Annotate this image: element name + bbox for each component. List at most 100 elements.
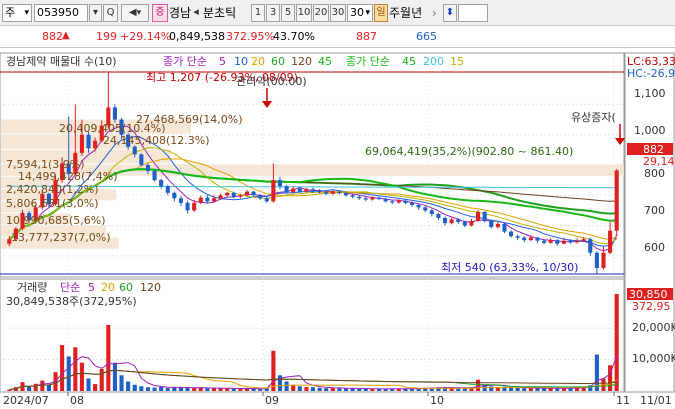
volume-bar <box>119 375 124 391</box>
price-tick: 600 <box>644 241 665 254</box>
volume-bar <box>357 388 362 391</box>
updown-button[interactable]: ⬍ <box>443 4 457 22</box>
stock-code-input[interactable]: 053950 <box>34 4 88 22</box>
extra-input[interactable] <box>458 4 488 22</box>
volume-bar <box>86 378 91 391</box>
chart-area[interactable]: 경남제약 매물대 수(10) 종가 단순 5 10 20 60 120 45 종… <box>0 50 675 409</box>
volume-tick: 10,000K <box>632 352 675 365</box>
tick-interval-label[interactable]: 분초틱 <box>203 4 236 22</box>
candle-body <box>390 201 395 203</box>
candle-body <box>601 252 606 268</box>
volume-ma-label: 단순 <box>60 281 80 294</box>
volume-bar <box>324 388 329 391</box>
profile-label: 2,420,840(1,2%) <box>6 183 99 196</box>
candle-body <box>218 195 223 199</box>
volume-bar <box>60 345 65 391</box>
event-annotation: 관리약(00:00) <box>236 74 307 88</box>
date-tick: 11 <box>616 394 630 407</box>
interval-button-5[interactable]: 5 <box>281 4 295 22</box>
volume-bar <box>159 386 164 391</box>
prev-arrow-icon[interactable]: ◂ <box>191 4 201 22</box>
right-axis <box>624 52 675 393</box>
chevron-right-icon[interactable]: › <box>432 4 437 22</box>
interval-button-10[interactable]: 10 <box>296 4 312 22</box>
period-select[interactable]: 30 ▾ <box>347 4 373 22</box>
candle-body <box>614 170 619 231</box>
price-volume-chart[interactable]: 경남제약 매물대 수(10) 종가 단순 5 10 20 60 120 45 종… <box>0 50 675 409</box>
volume-bar <box>33 383 38 391</box>
candle-body <box>172 192 177 199</box>
candle-body <box>575 240 580 243</box>
volume-bar <box>40 380 45 391</box>
volume-bar <box>376 389 382 391</box>
candle-body <box>535 237 540 241</box>
price-change: 199 <box>96 30 117 43</box>
candle-body <box>416 204 421 208</box>
candle-body <box>403 200 408 203</box>
candle-body <box>192 202 197 211</box>
search-button[interactable]: Q <box>103 4 118 22</box>
candle-body <box>363 198 368 200</box>
candle-body <box>370 197 375 200</box>
candle-body <box>231 192 236 197</box>
interval-button-30[interactable]: 30 <box>330 4 346 22</box>
rights-offering-annotation: 유상증자( <box>571 111 616 124</box>
candle-body <box>165 186 170 193</box>
ma-legend-label: 종가 단순 <box>163 55 207 68</box>
vol-ma120-legend: 120 <box>140 281 161 294</box>
candle-body <box>409 202 415 205</box>
candle-body <box>225 192 230 196</box>
candle-body <box>502 224 507 232</box>
candle-body <box>568 240 573 243</box>
interval-button-3[interactable]: 3 <box>266 4 280 22</box>
date-tick: 10 <box>430 394 444 407</box>
volume-bar <box>476 379 481 391</box>
volume-bar <box>192 387 197 391</box>
profile-label: 13,777,237(7,0%) <box>11 231 111 244</box>
candle-body <box>429 210 434 215</box>
volume-bar <box>489 386 494 391</box>
daily-badge[interactable]: 일 <box>374 4 388 22</box>
volume-bar <box>106 324 111 391</box>
candle-body <box>277 180 283 187</box>
price-tick: 1,000 <box>634 124 666 137</box>
candle-body <box>495 224 500 228</box>
low-annotation: 최저 540 (63,33%, 10/30) <box>441 261 578 274</box>
candle-body <box>449 219 454 224</box>
price-change-pct: +29.14% <box>120 30 172 43</box>
candle-body <box>86 134 91 149</box>
volume-bar <box>112 362 117 391</box>
sound-button[interactable]: ◀▾ <box>121 4 149 22</box>
toolbar: 주 ▾ 053950 ▾ Q ◀▾ 증 경남 ◂ 분초틱 1 3 5 10 20 … <box>0 0 675 26</box>
volume-bar <box>251 388 256 391</box>
candle-body <box>469 221 474 226</box>
volume-bar <box>495 387 500 391</box>
candle-body <box>509 231 514 237</box>
candle-body <box>244 191 250 196</box>
candle-body <box>271 180 276 202</box>
interval-button-1[interactable]: 1 <box>251 4 265 22</box>
quote-bar: 882 ▲ 199 +29.14% 0,849,538 372.95% 43.7… <box>0 27 675 48</box>
volume-bar <box>66 356 71 391</box>
candle-body <box>528 237 533 241</box>
candle-body <box>522 237 527 241</box>
interval-button-20[interactable]: 20 <box>313 4 329 22</box>
ma15-legend: 15 <box>450 55 464 68</box>
candle-body <box>436 214 441 218</box>
candle-body <box>185 202 190 211</box>
candle-body <box>211 198 217 202</box>
vol-ma20-legend: 20 <box>101 281 115 294</box>
week-month-year-label[interactable]: 주월년 <box>389 4 422 22</box>
code-dropdown-button[interactable]: ▾ <box>89 4 102 22</box>
volume-bar <box>277 375 283 391</box>
chevron-down-icon: ▾ <box>365 8 370 18</box>
candle-body <box>482 211 487 222</box>
volume-bar <box>337 388 342 391</box>
candle-body <box>251 191 256 196</box>
ma45-legend: 45 <box>318 55 332 68</box>
candle-body <box>350 195 355 197</box>
main-zone-label: 69,064,419(35,2%)(902.80 ~ 861.40) <box>365 145 573 158</box>
candle-body <box>132 146 137 155</box>
chart-type-select[interactable]: 주 ▾ <box>2 4 32 22</box>
volume-value: 0,849,538 <box>169 30 225 43</box>
